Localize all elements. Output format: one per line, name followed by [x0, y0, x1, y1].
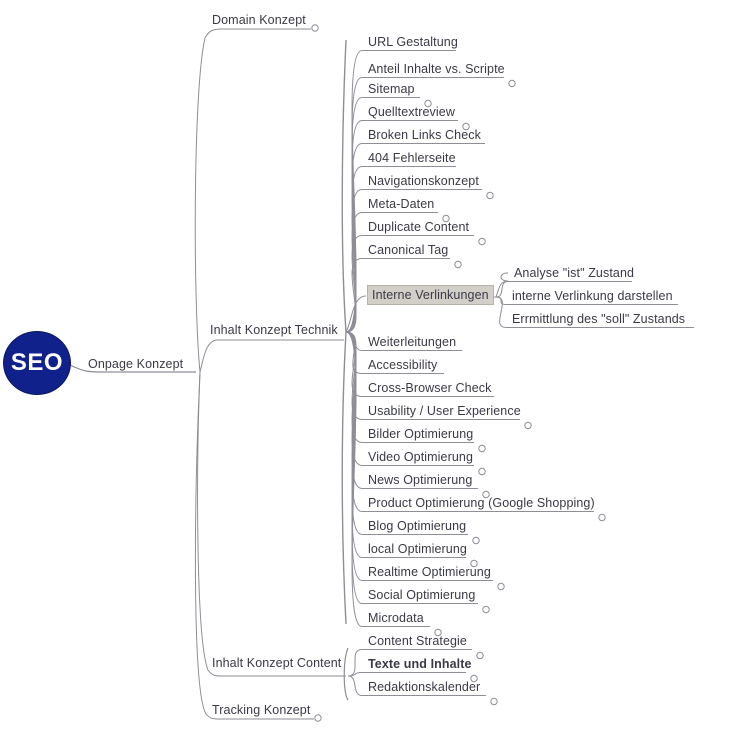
leaf-node[interactable]: Video Optimierung [368, 449, 473, 465]
leaf-node[interactable]: Social Optimierung [368, 587, 475, 603]
leaf-node[interactable]: Redaktionskalender [368, 679, 480, 695]
leaf-node[interactable]: Sitemap [368, 81, 415, 97]
leaf-node[interactable]: News Optimierung [368, 472, 472, 488]
mindmap-canvas: SEO Onpage Konzept Domain Konzept Inhalt… [0, 0, 734, 738]
leaf-node[interactable]: Usability / User Experience [368, 403, 521, 419]
leaf-node-selected[interactable]: Interne Verlinkungen [367, 285, 494, 305]
leaf-node[interactable]: Analyse "ist" Zustand [514, 265, 634, 281]
branch-inhalt-konzept-content[interactable]: Inhalt Konzept Content [212, 655, 341, 671]
branch-onpage-konzept[interactable]: Onpage Konzept [88, 356, 183, 372]
leaf-node[interactable]: Weiterleitungen [368, 334, 456, 350]
leaf-node[interactable]: URL Gestaltung [368, 34, 458, 50]
leaf-node[interactable]: interne Verlinkung darstellen [512, 288, 673, 304]
leaf-node[interactable]: Anteil Inhalte vs. Scripte [368, 61, 505, 77]
root-node-seo[interactable]: SEO [4, 332, 70, 394]
leaf-node[interactable]: Bilder Optimierung [368, 426, 473, 442]
leaf-node[interactable]: Cross-Browser Check [368, 380, 491, 396]
root-node-label: SEO [10, 349, 64, 376]
leaf-node[interactable]: Realtime Optimierung [368, 564, 491, 580]
branch-domain-konzept[interactable]: Domain Konzept [212, 12, 306, 28]
branch-tracking-konzept[interactable]: Tracking Konzept [212, 702, 310, 718]
leaf-node[interactable]: 404 Fehlerseite [368, 150, 456, 166]
leaf-node[interactable]: Navigationskonzept [368, 173, 479, 189]
leaf-node[interactable]: Texte und Inhalte [368, 656, 472, 672]
leaf-node[interactable]: Meta-Daten [368, 196, 434, 212]
leaf-node[interactable]: Product Optimierung (Google Shopping) [368, 495, 595, 511]
leaf-node[interactable]: Blog Optimierung [368, 518, 466, 534]
leaf-node[interactable]: Content Strategie [368, 633, 467, 649]
leaf-node[interactable]: Microdata [368, 610, 424, 626]
leaf-node[interactable]: local Optimierung [368, 541, 467, 557]
leaf-node[interactable]: Errmittlung des "soll" Zustands [512, 311, 685, 327]
leaf-node[interactable]: Broken Links Check [368, 127, 481, 143]
branch-inhalt-konzept-technik[interactable]: Inhalt Konzept Technik [210, 322, 338, 338]
leaf-node[interactable]: Duplicate Content [368, 219, 469, 235]
leaf-node[interactable]: Quelltextreview [368, 104, 455, 120]
leaf-node[interactable]: Canonical Tag [368, 242, 448, 258]
leaf-node[interactable]: Accessibility [368, 357, 437, 373]
